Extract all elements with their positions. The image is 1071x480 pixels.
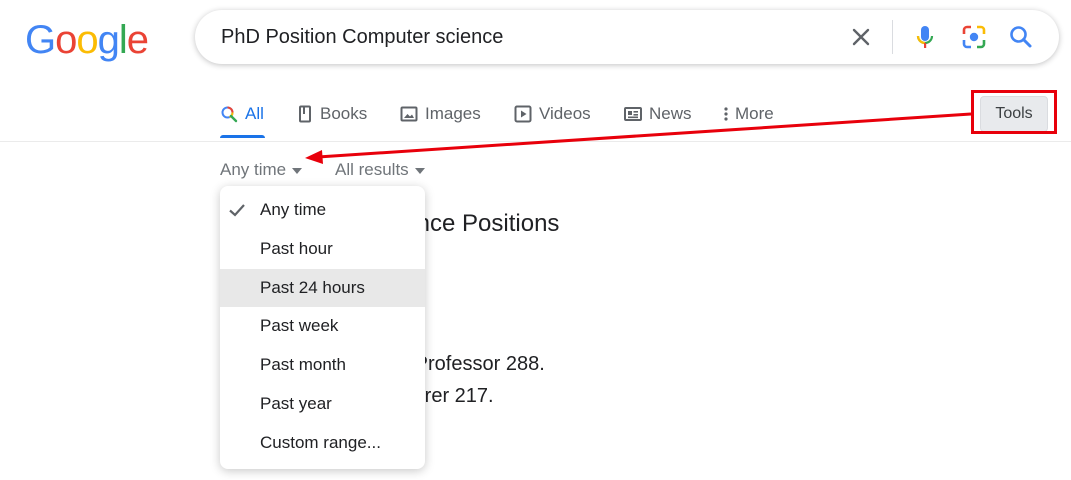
camera-icon[interactable] (959, 22, 989, 52)
search-divider (892, 20, 893, 54)
play-icon (514, 105, 532, 123)
menu-item-past-month[interactable]: Past month (220, 346, 425, 384)
logo-letter: l (118, 18, 128, 62)
tab-images[interactable]: Images (400, 96, 481, 132)
menu-item-custom-range[interactable]: Custom range... (220, 424, 425, 462)
microphone-icon[interactable] (910, 22, 940, 52)
logo-letter: o (55, 18, 77, 62)
tab-label: All (245, 104, 264, 123)
results-filter-dropdown[interactable]: All results (335, 160, 425, 180)
tab-all[interactable]: All (220, 96, 264, 132)
tab-books[interactable]: Books (297, 96, 367, 132)
book-icon (299, 105, 311, 123)
menu-item-label: Past year (260, 394, 332, 413)
close-icon[interactable] (847, 23, 875, 51)
tab-label: Videos (539, 104, 591, 123)
menu-item-past-hour[interactable]: Past hour (220, 230, 425, 268)
logo-letter: g (97, 18, 120, 62)
menu-item-past-24-hours[interactable]: Past 24 hours (220, 269, 425, 307)
menu-item-label: Past week (260, 316, 339, 335)
search-box[interactable]: PhD Position Computer science (195, 10, 1059, 64)
tab-label: News (649, 104, 692, 123)
tab-more[interactable]: More (723, 96, 774, 132)
logo-letter: o (76, 18, 98, 62)
active-tab-indicator (220, 135, 265, 138)
menu-item-label: Custom range... (260, 433, 381, 452)
news-icon (624, 107, 642, 121)
menu-item-past-week[interactable]: Past week (220, 307, 425, 345)
header-divider (0, 141, 1071, 142)
results-filter-label: All results (335, 160, 409, 179)
logo-letter: e (126, 18, 149, 62)
dots-vertical-icon (724, 107, 728, 121)
google-logo[interactable]: Google (25, 18, 149, 62)
menu-item-label: Past 24 hours (260, 278, 365, 297)
time-filter-menu: Any time Past hour Past 24 hours Past we… (220, 186, 425, 469)
menu-item-label: Any time (260, 200, 327, 219)
time-filter-label: Any time (220, 160, 287, 179)
image-icon (400, 106, 418, 122)
tab-news[interactable]: News (624, 96, 692, 132)
menu-item-any-time[interactable]: Any time (220, 191, 425, 229)
caret-down-icon (414, 168, 425, 174)
tab-label: Images (425, 104, 481, 123)
search-icon (221, 106, 238, 123)
search-input[interactable]: PhD Position Computer science (221, 26, 503, 49)
logo-letter: G (25, 18, 56, 62)
checkmark-icon (229, 204, 245, 217)
annotation-highlight-box (971, 90, 1057, 134)
tab-videos[interactable]: Videos (514, 96, 591, 132)
time-filter-dropdown[interactable]: Any time (220, 160, 303, 180)
caret-down-icon (292, 168, 303, 174)
menu-item-label: Past month (260, 355, 346, 374)
magnifier-icon[interactable] (1006, 22, 1036, 52)
menu-item-past-year[interactable]: Past year (220, 385, 425, 423)
tab-label: Books (320, 104, 368, 123)
menu-item-label: Past hour (260, 239, 333, 258)
tab-label: More (735, 104, 774, 123)
annotation-arrow (305, 112, 972, 164)
